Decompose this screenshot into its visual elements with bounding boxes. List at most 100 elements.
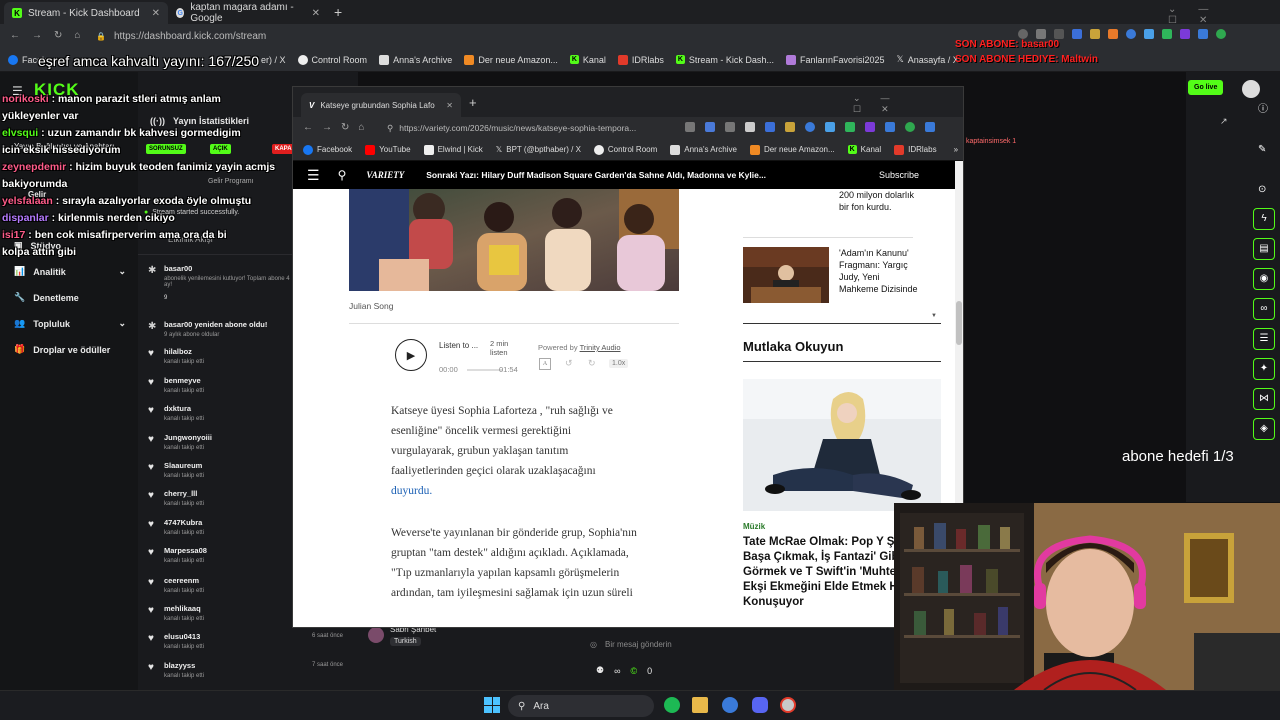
bookmark-idrlabs[interactable]: IDRlabs (894, 144, 937, 155)
sidebar-item-analitik[interactable]: 📊 Analitik ⌄ (14, 266, 126, 277)
nav-buttons[interactable]: ←→↻⌂ (303, 122, 373, 133)
more-bookmarks-icon[interactable]: » (954, 145, 958, 154)
browser-icon[interactable] (722, 697, 738, 713)
close-icon[interactable]: ✕ (152, 8, 160, 19)
inner-tab-strip: V Katseye grubundan Sophia Lafo ✕ + ⌄—☐✕ (293, 87, 963, 117)
tab-google[interactable]: G kaptan magara adamı - Google ✕ (168, 2, 328, 24)
window-controls[interactable]: ⌄—☐✕ (1168, 4, 1280, 26)
list-icon[interactable]: ☰ (1253, 328, 1275, 350)
sidebar-story-2-thumb[interactable] (743, 247, 829, 303)
file-explorer-icon[interactable] (692, 697, 708, 713)
bookmark-partial[interactable]: er) / X (261, 55, 286, 65)
chat-input[interactable]: ◎ Bir mesaj gönderin (590, 635, 892, 653)
bookmark-control-room[interactable]: Control Room (297, 54, 367, 65)
tab-variety[interactable]: V Katseye grubundan Sophia Lafo ✕ (301, 93, 461, 117)
bookmark-bpt[interactable]: 𝕏 BPT (@bpthaber) / X (496, 145, 581, 154)
site-info-icon[interactable]: 🔒 (96, 32, 106, 41)
close-icon[interactable]: ✕ (312, 8, 320, 19)
tab-kick-dashboard[interactable]: K Stream - Kick Dashboard ✕ (4, 2, 168, 24)
share-icon[interactable]: ⋈ (1253, 388, 1275, 410)
list-item: ♥ elusu0413 kanalı takip etti 6 saat önce (146, 630, 356, 658)
subscribe-button[interactable]: Subscribe (879, 170, 919, 180)
heart-icon: ♥ (148, 605, 154, 616)
document-icon[interactable]: ▤ (1253, 238, 1275, 260)
bookmark-kanal[interactable]: K Kanal (569, 55, 606, 65)
sidebar-story-1[interactable]: 200 milyon dolarlık bir fon kurdu. (839, 189, 919, 213)
new-tab-icon[interactable]: + (334, 4, 342, 20)
trinity-link[interactable]: Trinity Audio (580, 343, 621, 352)
edit-icon[interactable]: ✎ (1258, 144, 1266, 155)
chevron-down-icon: ⌄ (118, 318, 126, 328)
popout-icon[interactable]: ↗ (1220, 116, 1228, 127)
sidebar-item-topluluk[interactable]: 👥 Topluluk ⌄ (14, 318, 126, 329)
must-read-photo[interactable] (743, 379, 941, 511)
camera-icon[interactable]: ⊙ (1258, 184, 1266, 195)
tab-title: kaptan magara adamı - Google (190, 2, 294, 24)
feature-category[interactable]: Müzik (743, 522, 765, 531)
article-link-duyurdu[interactable]: duyurdu (391, 485, 429, 497)
rewind-icon[interactable]: ↺ (565, 358, 573, 369)
inner-extension-icons[interactable] (685, 122, 955, 134)
event-name: dxktura (164, 404, 192, 413)
tag-icon[interactable]: ◈ (1253, 418, 1275, 440)
obs-icon[interactable] (780, 697, 796, 713)
event-time: 6 saat önce (312, 633, 344, 639)
new-tab-icon[interactable]: + (469, 95, 477, 110)
chat-text: kirlenmis nerden cikiyo (58, 212, 175, 224)
heart-icon: ♥ (148, 405, 154, 416)
avatar (368, 627, 384, 643)
bookmark-facebook[interactable]: Facebook (303, 144, 352, 155)
nav-buttons[interactable]: ←→↻⌂ (10, 30, 92, 41)
next-story-link[interactable]: Sonraki Yazı: Hilary Duff Madison Square… (426, 170, 766, 180)
sidebar-story-2[interactable]: 'Adam'ın Kanunu' Fragmanı: Yargıç Judy, … (839, 247, 921, 295)
search-icon[interactable]: ⚲ (338, 168, 347, 182)
outer-address-bar[interactable]: 🔒 https://dashboard.kick.com/stream (96, 28, 996, 45)
sidebar-item-droplar[interactable]: 🎁 Droplar ve ödüller (14, 344, 110, 355)
play-button[interactable]: ▶ (395, 339, 427, 371)
taskbar-search[interactable]: ⚲ Ara (508, 695, 654, 717)
event-time: 7 saat önce (312, 662, 344, 668)
bookmark-idrlabs[interactable]: IDRlabs (617, 54, 664, 65)
link-icon[interactable]: ∞ (1253, 298, 1275, 320)
forward-icon[interactable]: ↻ (588, 358, 596, 369)
close-icon[interactable]: ✕ (446, 101, 453, 110)
tool-icon[interactable]: ✦ (1253, 358, 1275, 380)
bookmark-control-room[interactable]: Control Room (593, 144, 657, 155)
scrollbar-thumb[interactable] (956, 301, 962, 345)
bookmark-amazon[interactable]: Der neue Amazon... (749, 144, 835, 155)
speed-button[interactable]: 1.0x (609, 359, 629, 368)
event-detail: kanalı takip etti (164, 673, 205, 679)
bookmark-anasayfa-x[interactable]: 𝕏 Anasayfa / X (897, 54, 959, 65)
sidebar-item-denetleme[interactable]: 🔧 Denetleme (14, 292, 79, 303)
windows-start-icon[interactable] (484, 697, 500, 713)
go-live-button[interactable]: Go live (1188, 80, 1224, 95)
bookmark-amazon[interactable]: Der neue Amazon... (464, 54, 558, 65)
bookmark-annas-archive[interactable]: Anna's Archive (670, 144, 737, 155)
bookmark-fanlarin[interactable]: FanlarınFavorisi2025 (785, 54, 885, 65)
bookmark-annas-archive[interactable]: Anna's Archive (379, 54, 452, 65)
lightning-icon[interactable]: ϟ (1253, 208, 1275, 230)
translate-icon[interactable]: A (539, 358, 551, 370)
scroll-down-icon[interactable]: ▼ (931, 313, 937, 319)
window-controls[interactable]: ⌄—☐✕ (853, 93, 963, 115)
bookmark-youtube[interactable]: YouTube (365, 144, 411, 155)
google-favicon-icon: G (176, 8, 185, 18)
heart-icon: ♥ (148, 462, 154, 473)
variety-logo[interactable]: VARIETY (366, 170, 404, 180)
heart-icon: ♥ (148, 633, 154, 644)
kick-favicon-icon: K (12, 8, 22, 18)
chat-icon[interactable]: ◉ (1253, 268, 1275, 290)
profile-avatar[interactable] (1242, 80, 1260, 98)
inner-address-bar[interactable]: ⚲ https://variety.com/2026/music/news/kat… (387, 120, 687, 136)
hamburger-icon[interactable]: ☰ (307, 167, 320, 184)
info-icon[interactable]: ⓘ (1258, 100, 1268, 115)
bookmark-elwind[interactable]: Elwind | Kick (423, 144, 483, 155)
spotify-icon[interactable] (664, 697, 680, 713)
audio-progress-track[interactable] (467, 369, 503, 371)
bookmark-kick-dash[interactable]: K Stream - Kick Dash... (675, 55, 774, 65)
site-info-icon[interactable]: ⚲ (387, 123, 393, 134)
heart-icon: ♥ (148, 519, 154, 530)
chat-text: bakiyorumda (2, 178, 68, 190)
bookmark-kanal[interactable]: K Kanal (847, 145, 881, 154)
discord-icon[interactable] (752, 697, 768, 713)
